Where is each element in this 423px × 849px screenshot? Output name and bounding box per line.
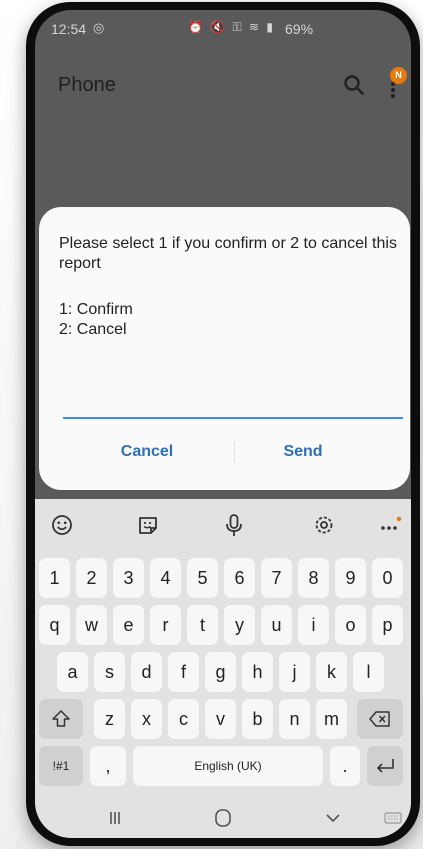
key-f[interactable]: f <box>168 652 199 692</box>
phone-frame: 12:54 ◎ ⏰ 🔇 ⚿ ≋ ▮ 69% Phone N Please sel… <box>26 2 420 846</box>
backspace-icon <box>369 711 390 727</box>
key-d[interactable]: d <box>131 652 162 692</box>
letter-row-bottom: z x c v b n m <box>35 699 411 741</box>
letter-row-middle: a s d f g h j k l <box>35 652 411 694</box>
comma-key[interactable]: , <box>90 746 126 786</box>
backspace-key[interactable] <box>357 699 403 739</box>
key-3[interactable]: 3 <box>113 558 144 598</box>
key-i[interactable]: i <box>298 605 329 645</box>
key-r[interactable]: r <box>150 605 181 645</box>
key-b[interactable]: b <box>242 699 273 739</box>
search-icon[interactable] <box>341 72 367 98</box>
phone-screen: 12:54 ◎ ⏰ 🔇 ⚿ ≋ ▮ 69% Phone N Please sel… <box>35 10 411 838</box>
space-key[interactable]: English (UK) <box>133 746 323 786</box>
key-4[interactable]: 4 <box>150 558 181 598</box>
key-n[interactable]: n <box>279 699 310 739</box>
back-icon[interactable] <box>319 805 347 831</box>
key-x[interactable]: x <box>131 699 162 739</box>
key-m[interactable]: m <box>316 699 347 739</box>
ussd-dialog: Please select 1 if you confirm or 2 to c… <box>39 207 410 490</box>
battery-level: 69% <box>285 21 314 37</box>
status-bar: 12:54 ◎ ⏰ 🔇 ⚿ ≋ ▮ 69% <box>35 10 411 44</box>
keyboard-hide-icon[interactable] <box>379 805 407 831</box>
emoji-icon[interactable] <box>47 510 77 540</box>
key-9[interactable]: 9 <box>335 558 366 598</box>
microphone-icon[interactable] <box>219 510 249 540</box>
key-7[interactable]: 7 <box>261 558 292 598</box>
key-p[interactable]: p <box>372 605 403 645</box>
home-icon[interactable] <box>209 805 237 831</box>
shift-key[interactable] <box>39 699 83 739</box>
key-u[interactable]: u <box>261 605 292 645</box>
dialog-options: 1: Confirm 2: Cancel <box>59 300 133 340</box>
dialog-option-confirm: 1: Confirm <box>59 301 133 318</box>
key-a[interactable]: a <box>57 652 88 692</box>
key-h[interactable]: h <box>242 652 273 692</box>
key-2[interactable]: 2 <box>76 558 107 598</box>
letter-row-top: q w e r t y u i o p <box>35 605 411 647</box>
status-icons: ⏰ 🔇 ⚿ ≋ ▮ <box>188 20 276 34</box>
sticker-icon[interactable] <box>133 510 163 540</box>
enter-key[interactable] <box>367 746 403 786</box>
key-t[interactable]: t <box>187 605 218 645</box>
key-s[interactable]: s <box>94 652 125 692</box>
dialog-buttons: Cancel Send <box>39 429 410 475</box>
more-options-icon[interactable] <box>375 510 405 540</box>
symbols-key[interactable]: !#1 <box>39 746 83 786</box>
app-bar: Phone N <box>35 66 411 106</box>
notification-badge: N <box>390 67 407 84</box>
key-o[interactable]: o <box>335 605 366 645</box>
dialog-message: Please select 1 if you confirm or 2 to c… <box>59 235 397 272</box>
key-1[interactable]: 1 <box>39 558 70 598</box>
key-6[interactable]: 6 <box>224 558 255 598</box>
key-e[interactable]: e <box>113 605 144 645</box>
period-key[interactable]: . <box>330 746 360 786</box>
key-c[interactable]: c <box>168 699 199 739</box>
key-q[interactable]: q <box>39 605 70 645</box>
screenshot-icon: ◎ <box>93 20 105 35</box>
key-0[interactable]: 0 <box>372 558 403 598</box>
recent-apps-icon[interactable] <box>101 805 129 831</box>
settings-icon[interactable] <box>309 510 339 540</box>
key-j[interactable]: j <box>279 652 310 692</box>
status-time: 12:54 <box>51 21 87 37</box>
keyboard-toolbar <box>35 499 411 551</box>
navigation-bar <box>35 797 411 838</box>
enter-icon <box>376 759 394 773</box>
cancel-button[interactable]: Cancel <box>67 429 227 475</box>
key-l[interactable]: l <box>353 652 384 692</box>
dialog-option-cancel: 2: Cancel <box>59 321 127 338</box>
send-button[interactable]: Send <box>223 429 383 475</box>
app-title: Phone <box>58 74 116 96</box>
key-z[interactable]: z <box>94 699 125 739</box>
space-row: !#1 , English (UK) . <box>35 746 411 788</box>
key-8[interactable]: 8 <box>298 558 329 598</box>
key-5[interactable]: 5 <box>187 558 218 598</box>
key-w[interactable]: w <box>76 605 107 645</box>
shift-icon <box>52 710 70 727</box>
key-v[interactable]: v <box>205 699 236 739</box>
key-g[interactable]: g <box>205 652 236 692</box>
key-k[interactable]: k <box>316 652 347 692</box>
response-input[interactable] <box>63 391 403 419</box>
number-row: 1 2 3 4 5 6 7 8 9 0 <box>35 558 411 600</box>
key-y[interactable]: y <box>224 605 255 645</box>
keyboard: 1 2 3 4 5 6 7 8 9 0 q w e r t y u i o p … <box>35 499 411 838</box>
